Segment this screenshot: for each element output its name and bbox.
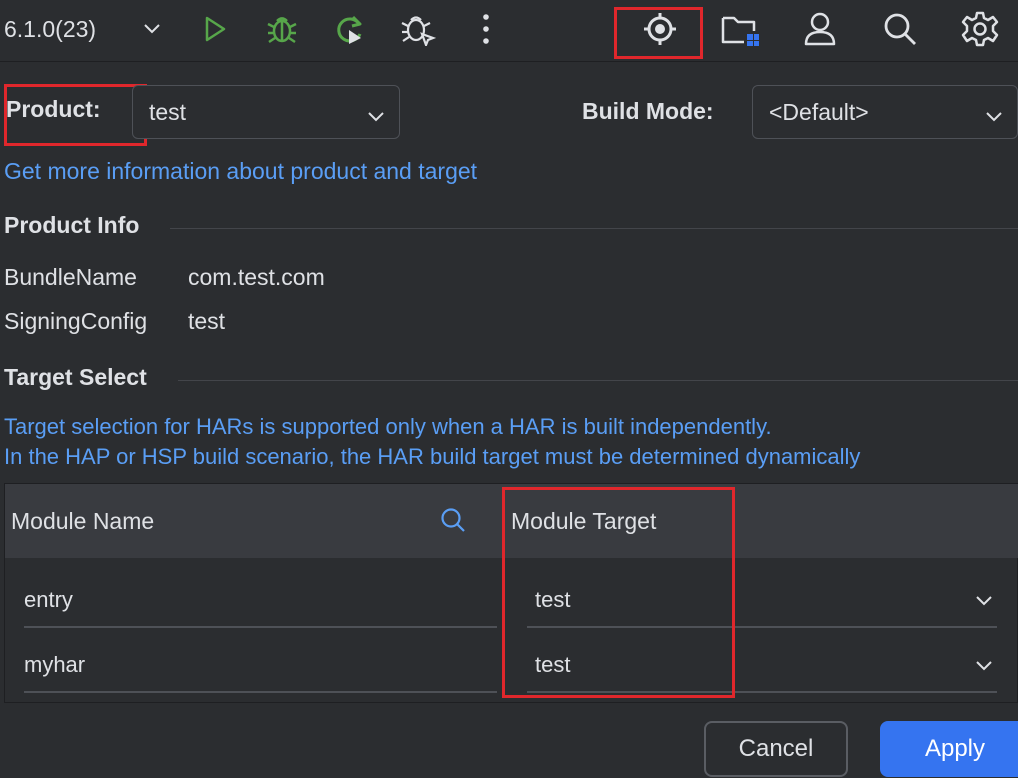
table-row-entry-module: entry [24,587,73,612]
table-row-myhar-module: myhar [24,652,86,677]
more-vertical-icon[interactable] [464,7,508,51]
cell-underline [24,691,497,693]
module-target-table: Module Name Module Target entry test myh… [4,483,1018,703]
product-select[interactable]: test [132,85,400,139]
build-mode-select-value: <Default> [769,98,869,125]
search-icon[interactable] [439,506,467,539]
bundle-name-key: BundleName [4,264,137,290]
build-mode-select[interactable]: <Default> [752,85,1018,139]
signing-config-key: SigningConfig [4,308,148,334]
chevron-down-icon [367,102,385,129]
target-info-line-2: In the HAP or HSP build scenario, the HA… [4,444,861,469]
apply-button[interactable]: Apply [880,721,1018,777]
product-target-help-link[interactable]: Get more information about product and t… [4,158,477,185]
bundle-name-value: com.test.com [188,264,325,290]
table-row-entry-target[interactable]: test [535,587,570,613]
settings-icon[interactable] [958,7,1002,51]
signing-config-value: test [188,308,226,334]
column-header-module-name[interactable]: Module Name [11,508,154,535]
attach-debugger-icon[interactable] [396,7,440,51]
cell-underline [527,691,997,693]
main-toolbar: 6.1.0(23) [0,0,1018,62]
product-label: Product: [6,96,101,122]
account-icon[interactable] [798,7,842,51]
project-folder-icon[interactable] [718,7,762,51]
column-header-module-target[interactable]: Module Target [511,508,656,535]
target-select-title: Target Select [4,364,147,390]
table-header: Module Name Module Target [5,484,1018,558]
table-row-myhar-target[interactable]: test [535,652,570,678]
run-config-selector[interactable]: 6.1.0(23) [4,12,96,46]
chevron-down-icon[interactable] [138,14,166,44]
reload-icon[interactable] [328,7,372,51]
cell-underline [527,626,997,628]
run-icon[interactable] [192,7,236,51]
section-divider [178,380,1018,381]
run-config-label: 6.1.0(23) [4,15,97,42]
cell-underline [24,626,497,628]
chevron-down-icon[interactable] [975,659,993,677]
section-divider [170,228,1018,229]
product-select-value: test [149,98,187,125]
chevron-down-icon[interactable] [975,594,993,612]
chevron-down-icon [985,102,1003,129]
search-icon[interactable] [878,7,922,51]
target-icon[interactable] [638,7,682,51]
debug-icon[interactable] [260,7,304,51]
apply-button-label: Apply [924,735,986,762]
cancel-button-label: Cancel [738,735,814,762]
product-info-title: Product Info [4,212,140,238]
target-info-line-1: Target selection for HARs is supported o… [4,414,772,439]
build-mode-label: Build Mode: [582,98,714,124]
cancel-button[interactable]: Cancel [704,721,848,777]
